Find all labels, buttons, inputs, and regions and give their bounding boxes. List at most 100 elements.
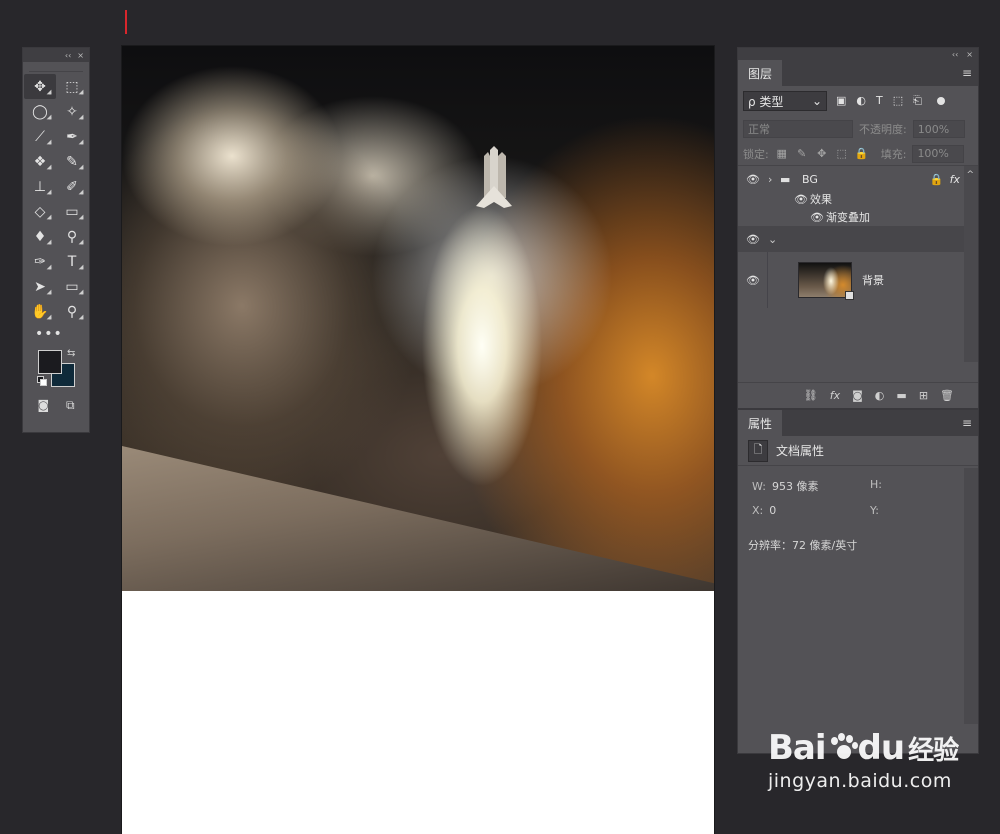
eyedropper-tool[interactable]: ✒ xyxy=(56,124,88,149)
chevron-down-icon[interactable]: ⌄ xyxy=(768,233,777,246)
filter-type-label: ρ 类型 xyxy=(748,94,784,109)
path-selection-tool[interactable]: ➤ xyxy=(24,274,56,299)
healing-brush-tool[interactable]: ❖ xyxy=(24,149,56,174)
space-shuttle xyxy=(476,146,512,208)
screen-mode-icon[interactable]: ⧉ xyxy=(66,398,75,413)
layer-mask-icon[interactable]: ◙ xyxy=(852,389,863,402)
marquee-tool[interactable]: ⬚ xyxy=(56,74,88,99)
layer-row-group[interactable]: 👁 › ▬ BG 🔒 fx xyxy=(738,168,964,190)
document-canvas[interactable] xyxy=(121,45,715,834)
watermark-url: jingyan.baidu.com xyxy=(768,770,952,792)
adjustment-layer-icon[interactable]: ◐ xyxy=(875,389,885,402)
healing-brush-tool-icon: ❖ xyxy=(33,153,47,170)
opacity-field[interactable]: 100% xyxy=(912,120,965,138)
properties-scrollbar[interactable] xyxy=(964,468,978,724)
width-field[interactable]: W: 953 像素 xyxy=(752,478,870,494)
eraser-tool[interactable]: ◇ xyxy=(24,199,56,224)
lock-image-icon[interactable]: ✎ xyxy=(795,147,809,160)
magic-wand-tool[interactable]: ✧ xyxy=(56,99,88,124)
fx-icon[interactable]: fx xyxy=(830,389,840,402)
lock-all-icon[interactable]: 🔒 xyxy=(855,147,869,160)
document-properties-label: 文档属性 xyxy=(776,444,825,458)
more-tools-button[interactable]: ••• xyxy=(23,326,89,346)
gradient-tool[interactable]: ▭ xyxy=(56,199,88,224)
layer-row-background[interactable]: 👁 背景 xyxy=(738,252,964,308)
chevron-right-icon[interactable]: › xyxy=(768,173,780,186)
flyout-indicator xyxy=(78,214,84,220)
foreground-color-swatch[interactable] xyxy=(38,350,62,374)
close-icon[interactable]: × xyxy=(966,50,973,59)
collapse-icon[interactable]: ‹‹ xyxy=(65,51,71,60)
eye-icon[interactable]: 👁 xyxy=(738,233,768,246)
eye-icon[interactable]: 👁 xyxy=(810,211,826,224)
chevron-up-icon[interactable]: ^ xyxy=(966,170,974,180)
fx-icon[interactable]: fx xyxy=(950,173,960,186)
blur-tool[interactable]: ♦ xyxy=(24,224,56,249)
clone-stamp-tool-icon: ⊥ xyxy=(33,178,47,195)
toolbox-grip[interactable] xyxy=(29,62,83,72)
gradient-overlay-label: 渐变叠加 xyxy=(826,211,870,224)
clone-stamp-tool[interactable]: ⊥ xyxy=(24,174,56,199)
quick-mask-icon[interactable]: ◙ xyxy=(37,398,49,413)
layer-effects-row[interactable]: 👁 效果 xyxy=(738,190,964,208)
new-group-icon[interactable]: ▬ xyxy=(896,389,906,402)
rectangle-tool[interactable]: ▭ xyxy=(56,274,88,299)
brush-tool[interactable]: ✎ xyxy=(56,149,88,174)
pen-tool-icon: ✑ xyxy=(34,253,46,270)
fill-field[interactable]: 100% xyxy=(912,144,965,163)
eye-icon[interactable]: 👁 xyxy=(738,173,768,186)
baidu-logo: Bai du 经验 xyxy=(768,728,959,768)
y-field[interactable]: Y: xyxy=(870,504,970,517)
type-tool[interactable]: T xyxy=(56,249,88,274)
flyout-indicator xyxy=(78,164,84,170)
tab-properties[interactable]: 属性 xyxy=(738,410,783,436)
x-field[interactable]: X: 0 xyxy=(752,504,870,517)
ground-surface xyxy=(122,446,714,591)
dodge-tool[interactable]: ⚲ xyxy=(56,224,88,249)
fill-label: 填充: xyxy=(880,147,907,161)
default-colors-icon[interactable] xyxy=(37,376,47,386)
flyout-indicator xyxy=(78,114,84,120)
new-layer-icon[interactable]: ⊞ xyxy=(919,389,928,402)
zoom-tool[interactable]: ⚲ xyxy=(56,299,88,324)
swap-colors-icon[interactable]: ⇆ xyxy=(67,348,75,359)
document-props-grid: W: 953 像素 H: X: 0 Y: xyxy=(738,466,978,517)
lock-pixels-icon[interactable]: ▦ xyxy=(775,147,789,160)
tab-layers[interactable]: 图层 xyxy=(738,60,783,86)
link-layers-icon[interactable]: ⛓ xyxy=(804,389,818,402)
close-icon[interactable]: × xyxy=(77,51,84,60)
resolution-label: 分辨率：72 像素/英寸 xyxy=(748,539,858,552)
properties-panel: 属性 ≡ 🗋 文档属性 W: 953 像素 H: X: 0 Y: 分辨率：72 像素… xyxy=(737,409,979,754)
lasso-tool[interactable]: ◯ xyxy=(24,99,56,124)
crop-tool[interactable]: ⟋ xyxy=(24,124,56,149)
shape-filter-icon[interactable]: ⬚ xyxy=(893,94,903,108)
panel-menu-icon[interactable]: ≡ xyxy=(956,410,978,436)
height-field[interactable]: H: xyxy=(870,478,970,494)
smart-object-filter-icon[interactable]: ⎗ xyxy=(913,94,922,108)
filter-toggle-icon[interactable] xyxy=(936,97,945,105)
pen-tool[interactable]: ✑ xyxy=(24,249,56,274)
panel-menu-icon[interactable]: ≡ xyxy=(956,60,978,86)
blend-mode-select[interactable]: 正常 xyxy=(743,120,853,138)
history-brush-tool[interactable]: ✐ xyxy=(56,174,88,199)
layers-scrollbar[interactable]: ^ xyxy=(964,166,978,362)
lock-artboard-icon[interactable]: ⬚ xyxy=(835,147,849,160)
chevron-down-icon: ⌄ xyxy=(811,94,822,108)
eye-icon[interactable]: 👁 xyxy=(738,274,768,287)
eye-icon[interactable]: 👁 xyxy=(794,193,810,206)
pixel-filter-icon[interactable]: ▣ xyxy=(836,94,846,108)
gradient-overlay-row[interactable]: 👁 渐变叠加 xyxy=(738,208,964,226)
lock-position-icon[interactable]: ✥ xyxy=(815,147,829,160)
flyout-indicator xyxy=(46,264,52,270)
hand-tool[interactable]: ✋ xyxy=(24,299,56,324)
move-tool[interactable]: ✥ xyxy=(24,74,56,99)
type-filter-icon[interactable]: T xyxy=(876,94,883,108)
zoom-tool-icon: ⚲ xyxy=(66,303,78,320)
collapse-icon[interactable]: ‹‹ xyxy=(952,50,958,59)
adjustment-filter-icon[interactable]: ◐ xyxy=(856,94,866,108)
eyedropper-tool-icon: ✒ xyxy=(66,128,78,145)
trash-icon[interactable]: 🗑 xyxy=(940,389,954,402)
layer-filter-select[interactable]: ρ 类型 ⌄ xyxy=(743,91,827,111)
layer-row-collapsed-group[interactable]: 👁 ⌄ xyxy=(738,226,964,252)
blur-tool-icon: ♦ xyxy=(33,228,47,245)
